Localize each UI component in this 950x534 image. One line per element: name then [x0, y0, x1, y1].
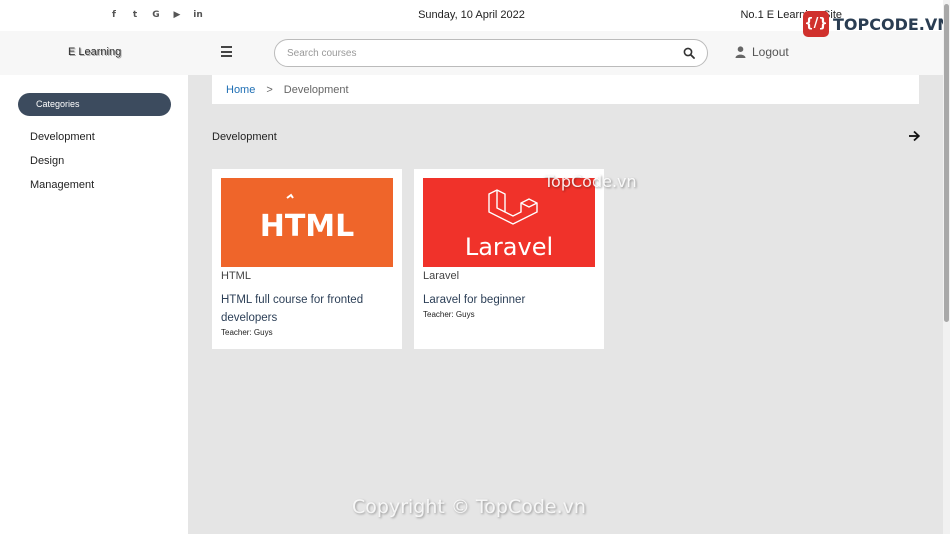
section-title: Development	[212, 131, 277, 143]
search-icon[interactable]	[683, 47, 695, 59]
main-content: Home > Development Development HTML HTML…	[188, 75, 943, 534]
scrollbar-thumb[interactable]	[944, 4, 949, 322]
course-card-laravel[interactable]: Laravel Laravel Laravel for beginner Tea…	[414, 169, 604, 349]
breadcrumb-home-link[interactable]: Home	[226, 84, 255, 96]
search-bar	[274, 39, 708, 67]
sidebar-item-design[interactable]: Design	[30, 155, 95, 179]
sidebar-item-management[interactable]: Management	[30, 179, 95, 203]
brand-logo[interactable]: E Learning	[68, 46, 121, 58]
course-teacher: Teacher: Guys	[423, 310, 475, 319]
categories-header: Categories	[18, 93, 171, 116]
course-thumbnail: Laravel	[423, 178, 595, 267]
sidebar: Categories Development Design Management	[0, 75, 188, 534]
arrow-right-icon[interactable]	[908, 130, 920, 142]
copyright-watermark: Copyright © TopCode.vn	[352, 496, 586, 518]
breadcrumb-separator: >	[266, 83, 273, 96]
watermark-text: TopCode.vn	[544, 172, 637, 191]
course-card-html[interactable]: HTML HTML HTML full course for fronted d…	[212, 169, 402, 349]
thumbnail-label-laravel: Laravel	[465, 233, 553, 261]
course-title[interactable]: Laravel for beginner	[423, 291, 595, 309]
nav-bar: E Learning Logout	[0, 31, 943, 75]
hamburger-menu-icon[interactable]	[221, 46, 233, 57]
logout-button[interactable]: Logout	[735, 45, 789, 59]
breadcrumb-current: Development	[283, 83, 349, 96]
thumbnail-label-html: HTML	[260, 209, 355, 244]
topcode-badge-icon: {/}	[803, 11, 829, 37]
topcode-logo-text: TOPCODE.VN	[833, 14, 950, 34]
course-title[interactable]: HTML full course for fronted developers	[221, 291, 393, 327]
course-teacher: Teacher: Guys	[221, 328, 273, 337]
search-input[interactable]	[287, 45, 667, 62]
category-list: Development Design Management	[30, 131, 95, 203]
logout-label: Logout	[752, 45, 789, 59]
course-category: Laravel	[423, 270, 460, 282]
page-scrollbar[interactable]	[943, 0, 950, 534]
topcode-logo: {/} TOPCODE.VN	[803, 11, 950, 37]
sidebar-item-development[interactable]: Development	[30, 131, 95, 155]
breadcrumb: Home > Development	[212, 75, 919, 104]
laravel-logo-icon	[488, 189, 538, 225]
user-icon	[735, 46, 746, 58]
course-thumbnail: HTML	[221, 178, 393, 267]
course-category: HTML	[221, 270, 251, 282]
